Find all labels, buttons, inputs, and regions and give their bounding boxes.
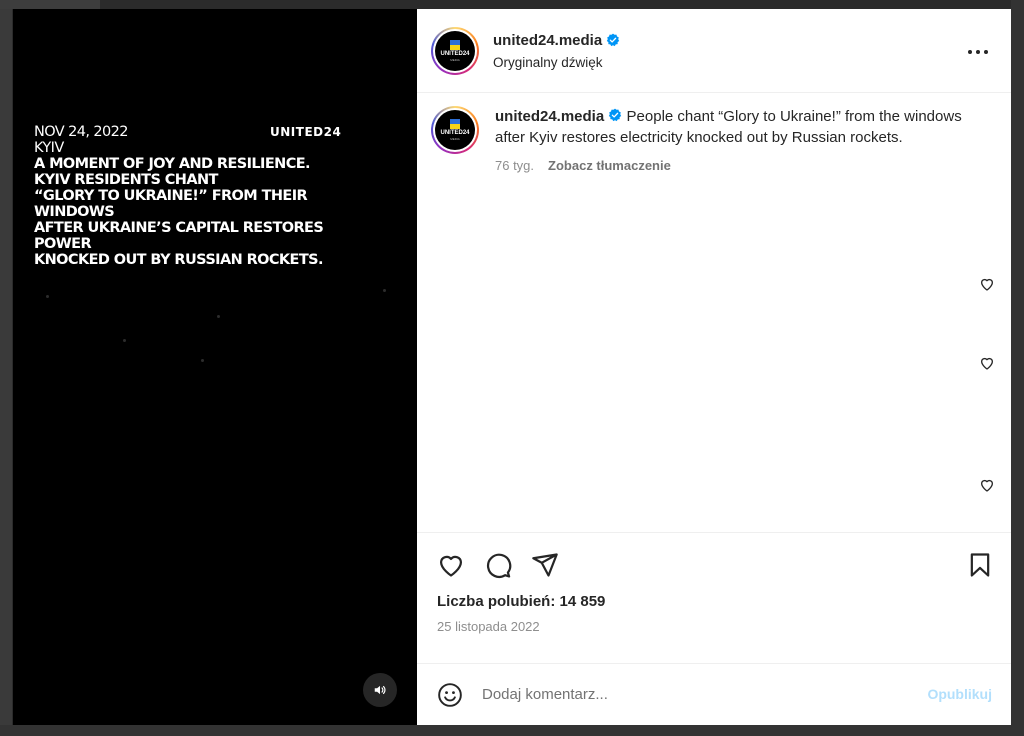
more-options-button[interactable]	[967, 40, 989, 58]
post-header: UNITED24 MEDIA united24.media Oryginalny…	[417, 9, 1011, 93]
heart-icon[interactable]	[437, 551, 465, 579]
comment-icon[interactable]	[484, 551, 512, 579]
see-translation-link[interactable]: Zobacz tłumaczenie	[548, 158, 671, 173]
overlay-headline-line: KNOCKED OUT BY RUSSIAN ROCKETS.	[34, 252, 324, 268]
video-speck	[217, 315, 220, 318]
publish-button[interactable]: Opublikuj	[927, 686, 992, 702]
video-overlay-text: NOV 24, 2022 KYIV A MOMENT OF JOY AND RE…	[34, 124, 384, 268]
comments-section[interactable]: UNITED24 MEDIA united24.media People cha…	[417, 93, 1011, 533]
video-speck	[383, 289, 386, 292]
emoji-icon[interactable]	[437, 682, 463, 708]
caption: UNITED24 MEDIA united24.media People cha…	[431, 106, 965, 173]
flag-icon	[450, 119, 460, 129]
comment-like-heart-icon[interactable]	[979, 355, 995, 371]
audio-label[interactable]: Oryginalny dźwięk	[493, 55, 620, 70]
video-speck	[123, 339, 126, 342]
post-date[interactable]: 25 listopada 2022	[417, 619, 1011, 663]
comment-like-heart-icon[interactable]	[979, 477, 995, 493]
united24-logo: UNITED24	[270, 124, 342, 140]
verified-badge-icon	[607, 33, 620, 47]
overlay-headline-line: AFTER UKRAINE’S CAPITAL RESTORES POWER	[34, 220, 324, 252]
more-horizontal-icon	[968, 50, 988, 54]
flag-icon	[450, 39, 460, 50]
avatar-wordmark: UNITED24	[440, 130, 470, 136]
caption-text: united24.media People chant “Glory to Uk…	[495, 106, 965, 148]
comment-input[interactable]	[482, 686, 882, 703]
mute-button[interactable]	[363, 673, 397, 707]
caption-avatar[interactable]: UNITED24 MEDIA	[431, 106, 479, 154]
overlay-headline-line: KYIV RESIDENTS CHANT	[34, 172, 218, 188]
overlay-city: KYIV	[34, 140, 64, 156]
verified-badge-icon	[609, 108, 622, 122]
avatar[interactable]: UNITED24 MEDIA	[431, 26, 479, 75]
avatar-subtitle: MEDIA	[450, 137, 460, 141]
video-speck	[46, 295, 49, 298]
avatar-wordmark: UNITED24	[440, 50, 470, 57]
author-username[interactable]: united24.media	[493, 32, 602, 49]
add-comment-bar: Opublikuj	[417, 663, 1011, 725]
send-icon[interactable]	[531, 551, 559, 579]
post-details-panel: UNITED24 MEDIA united24.media Oryginalny…	[417, 9, 1011, 725]
likes-count[interactable]: Liczba polubień: 14 859	[417, 593, 1011, 610]
overlay-headline-line: A MOMENT OF JOY AND RESILIENCE.	[34, 156, 311, 172]
caption-age[interactable]: 76 tyg.	[495, 158, 534, 173]
avatar-subtitle: MEDIA	[450, 57, 460, 62]
bookmark-icon[interactable]	[966, 551, 994, 579]
post-actions	[417, 533, 1011, 593]
comment-like-heart-icon[interactable]	[979, 276, 995, 292]
speaker-icon	[374, 685, 386, 695]
post-modal: NOV 24, 2022 KYIV A MOMENT OF JOY AND RE…	[13, 9, 1011, 725]
caption-username[interactable]: united24.media	[495, 108, 604, 125]
video-speck	[201, 359, 204, 362]
post-video[interactable]: NOV 24, 2022 KYIV A MOMENT OF JOY AND RE…	[13, 9, 417, 725]
overlay-headline-line: “GLORY TO UKRAINE!” FROM THEIR WINDOWS	[34, 188, 308, 220]
